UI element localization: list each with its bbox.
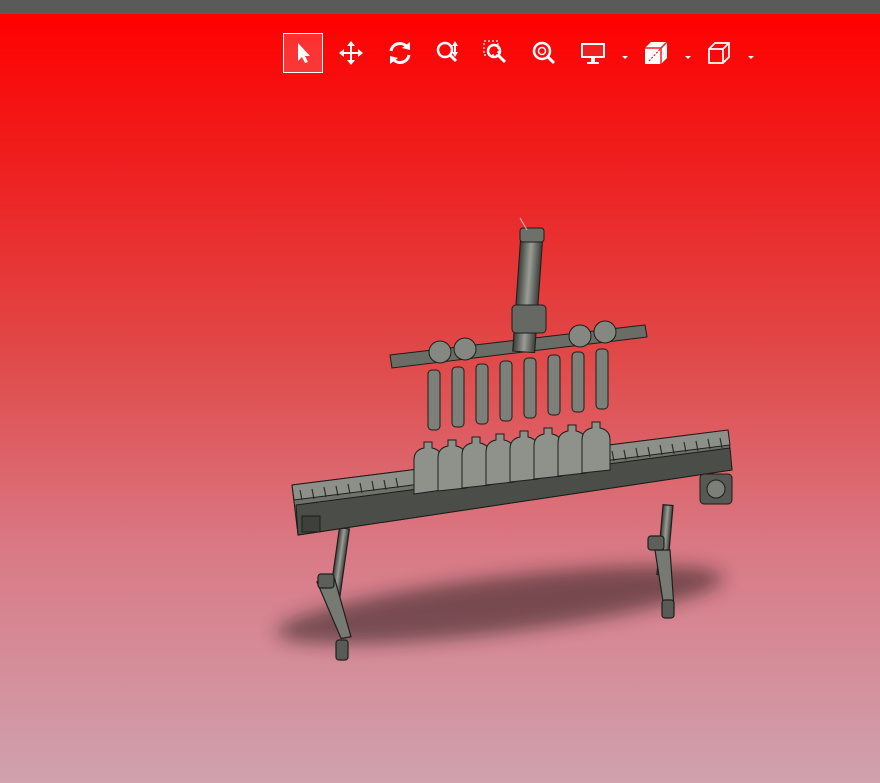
section-view-dropdown[interactable] — [683, 47, 693, 59]
zoom-updown-icon — [436, 41, 458, 63]
cad-viewer-window — [0, 0, 880, 783]
zoom-fit-icon — [532, 41, 556, 65]
rotate-tool-button[interactable] — [381, 33, 419, 73]
zoom-fit-button[interactable] — [525, 33, 563, 73]
display-mode-dropdown[interactable] — [620, 47, 630, 59]
pan-arrows-icon — [339, 41, 363, 65]
cube-view-icon — [708, 42, 730, 64]
zoom-tool-button[interactable] — [429, 33, 467, 73]
zoom-window-icon — [483, 40, 507, 64]
bottle-filling-machine-model[interactable] — [0, 14, 880, 783]
display-mode-button[interactable] — [576, 33, 610, 73]
chevron-down-icon — [748, 56, 754, 59]
window-top-bar — [0, 0, 880, 14]
zoom-window-button[interactable] — [477, 33, 515, 73]
select-tool-button[interactable] — [283, 33, 323, 73]
filling-nozzles — [427, 348, 609, 431]
rotate-icon — [389, 42, 411, 64]
monitor-icon — [581, 43, 605, 64]
3d-viewport[interactable] — [0, 14, 880, 783]
gantry-frame — [389, 217, 648, 369]
chevron-down-icon — [622, 56, 628, 59]
cursor-arrow-icon — [298, 43, 310, 63]
chevron-down-icon — [685, 56, 691, 59]
standard-views-dropdown[interactable] — [746, 47, 756, 59]
standard-views-button[interactable] — [702, 33, 736, 73]
pan-tool-button[interactable] — [332, 33, 370, 73]
section-cube-icon — [645, 41, 668, 64]
section-view-button[interactable] — [639, 33, 673, 73]
